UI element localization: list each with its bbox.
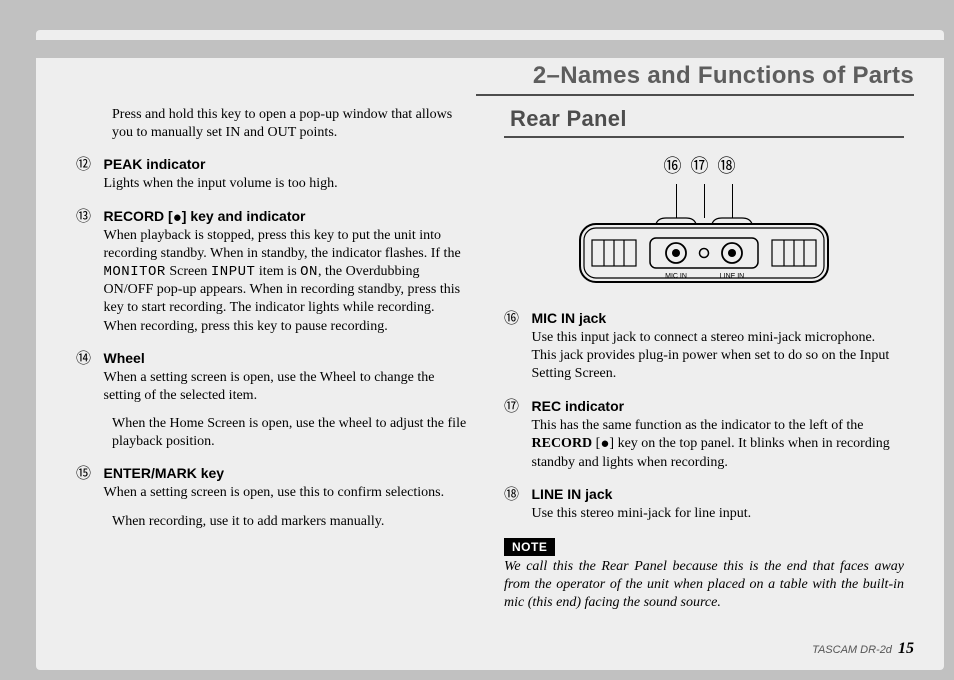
callout-18: ⑱ [718,156,745,176]
item-text: Use this stereo mini-jack for line input… [532,505,898,523]
item-body: Wheel When a setting screen is open, use… [104,350,464,405]
item-title: ENTER/MARK key [104,465,225,481]
callout-numbers: ⑯⑰⑱ [569,152,839,178]
callout-leaders [594,184,814,218]
item-enter-mark: ⑮ ENTER/MARK key When a setting screen i… [76,465,476,530]
callout-16: ⑯ [664,156,691,176]
note-text: We call this the Rear Panel because this… [504,558,904,613]
item-body: MIC IN jack Use this input jack to conne… [532,310,898,384]
text-mid: item is [255,264,300,279]
section-rule [476,94,914,96]
item-number: ⑬ [76,208,100,226]
item-number: ⑱ [504,486,528,504]
item-record: ⑬ RECORD [●] key and indicator When play… [76,208,476,336]
item-line-in: ⑱ LINE IN jack Use this stereo mini-jack… [504,486,904,523]
item-wheel: ⑭ Wheel When a setting screen is open, u… [76,350,476,452]
item-text-2: When recording, use it to add markers ma… [112,513,476,531]
left-column: Press and hold this key to open a pop-up… [76,106,476,545]
bold-key-name: RECORD [532,436,593,451]
text-pre: This has the same function as the indica… [532,418,864,433]
rear-panel-diagram: ⑯⑰⑱ [569,152,839,292]
text-pre: When playback is stopped, press this key… [104,228,461,261]
item-body: PEAK indicator Lights when the input vol… [104,156,464,193]
item-text-2: When the Home Screen is open, use the wh… [112,415,476,451]
item-body: LINE IN jack Use this stereo mini-jack f… [532,486,898,523]
item-peak: ⑫ PEAK indicator Lights when the input v… [76,156,476,193]
manual-page: 2–Names and Functions of Parts Press and… [36,30,944,670]
item-title: MIC IN jack [532,310,607,326]
left-item-list: ⑫ PEAK indicator Lights when the input v… [76,156,476,530]
item-body: ENTER/MARK key When a setting screen is … [104,465,464,502]
sub-section-title: Rear Panel [504,106,904,138]
text-mid: Screen [166,264,211,279]
svg-text:LINE IN: LINE IN [720,273,745,280]
item-title: PEAK indicator [104,156,206,172]
item-body: REC indicator This has the same function… [532,398,898,473]
item-rec-indicator: ⑰ REC indicator This has the same functi… [504,398,904,473]
item-title: LINE IN jack [532,486,613,502]
lcd-text: INPUT [211,264,256,280]
svg-text:MIC IN: MIC IN [665,273,687,280]
item-text: This has the same function as the indica… [532,417,898,473]
right-item-list: ⑯ MIC IN jack Use this input jack to con… [504,310,904,524]
item-title: Wheel [104,350,145,366]
record-dot-icon: ● [600,436,609,452]
item-text: Use this input jack to connect a stereo … [532,329,898,384]
item-title: RECORD [●] key and indicator [104,208,306,224]
item-mic-in: ⑯ MIC IN jack Use this input jack to con… [504,310,904,384]
columns: Press and hold this key to open a pop-up… [76,106,914,630]
footer-model: TASCAM DR-2d [812,644,892,656]
callout-17: ⑰ [691,156,718,176]
leader-line [732,184,733,218]
page-footer: TASCAM DR-2d 15 [812,640,914,658]
leader-line [704,184,705,218]
item-number: ⑭ [76,350,100,368]
section-title: 2–Names and Functions of Parts [533,62,914,90]
note-box: NOTE We call this the Rear Panel because… [504,538,904,613]
item-text: When playback is stopped, press this key… [104,227,464,336]
item-text: Lights when the input volume is too high… [104,175,464,193]
leader-line [676,184,677,218]
record-dot-icon: ● [173,209,182,226]
item-number: ⑮ [76,465,100,483]
item-text: When a setting screen is open, use this … [104,484,464,502]
right-column: Rear Panel ⑯⑰⑱ [504,106,904,612]
item-number: ⑰ [504,398,528,416]
device-outline-icon: MIC IN LINE IN [578,214,830,292]
lcd-text: MONITOR [104,264,166,280]
header-band [36,40,944,58]
item-body: RECORD [●] key and indicator When playba… [104,208,464,336]
item-number: ⑫ [76,156,100,174]
footer-page-number: 15 [898,640,914,657]
item-text: When a setting screen is open, use the W… [104,369,464,405]
item-title: REC indicator [532,398,625,414]
intro-text: Press and hold this key to open a pop-up… [112,106,476,142]
item-number: ⑯ [504,310,528,328]
note-chip: NOTE [504,538,555,556]
lcd-text: ON [300,264,318,280]
